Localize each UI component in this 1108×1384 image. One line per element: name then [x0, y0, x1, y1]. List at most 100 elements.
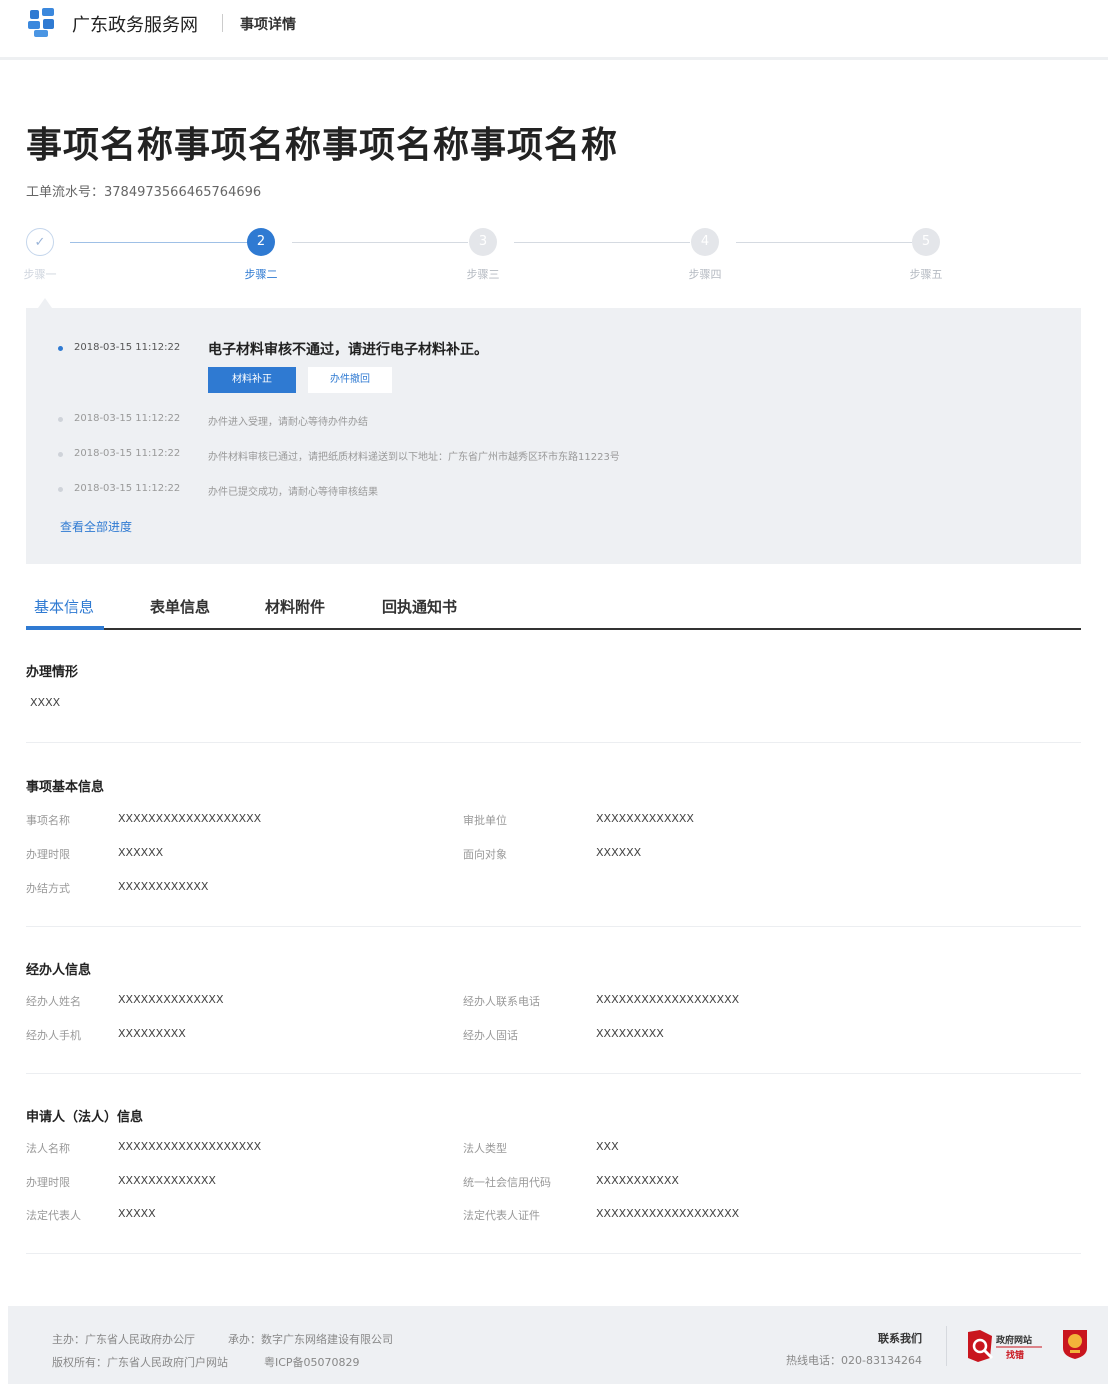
gov-site-error-report-icon[interactable]: 政府网站 找错 — [966, 1328, 1046, 1364]
field-value: XXXXXXXXXXXXXXXXXXX — [118, 812, 262, 825]
page-title: 事项名称事项名称事项名称事项名称 — [26, 125, 619, 166]
section-divider — [26, 1253, 1081, 1254]
field-label: 法人名称 — [26, 1142, 70, 1155]
timeline-message: 办件进入受理，请耐心等待办件办结 — [208, 417, 368, 428]
section-divider — [26, 742, 1081, 743]
site-footer: 主办：广东省人民政府办公厅 承办：数字广东网络建设有限公司 版权所有：广东省人民… — [8, 1306, 1108, 1384]
step-label: 步骤三 — [466, 268, 500, 281]
tab-basic-info[interactable]: 基本信息 — [34, 596, 94, 617]
tab-receipt[interactable]: 回执通知书 — [382, 596, 457, 617]
field-value: XXXXX — [118, 1207, 156, 1220]
withdraw-button[interactable]: 办件撤回 — [308, 367, 392, 393]
step-3: 3 步骤三 — [453, 228, 513, 282]
view-all-progress-link[interactable]: 查看全部进度 — [60, 518, 132, 535]
timeline-time: 2018-03-15 11:12:22 — [74, 483, 181, 494]
material-supplement-button[interactable]: 材料补正 — [208, 367, 296, 393]
situation-value: XXXX — [30, 696, 61, 709]
step-5: 5 步骤五 — [896, 228, 956, 282]
badge-text-report: 找错 — [1006, 1349, 1024, 1361]
panel-pointer — [38, 298, 52, 308]
step-number: 2 — [247, 228, 275, 256]
field-value: XXXXXXXXXXXXX — [596, 812, 694, 825]
field-label: 统一社会信用代码 — [463, 1176, 551, 1189]
step-progress: ✓ 步骤一 2 步骤二 3 步骤三 4 步骤四 5 步骤五 — [24, 228, 1086, 308]
step-label: 步骤一 — [23, 268, 57, 281]
step-number: 4 — [691, 228, 719, 256]
site-header: 广东政务服务网 事项详情 — [0, 0, 1108, 60]
field-label: 经办人手机 — [26, 1029, 81, 1042]
section-title: 办理情形 — [26, 665, 79, 680]
section-title: 经办人信息 — [26, 963, 92, 978]
field-value: XXXXXX — [596, 846, 642, 859]
party-emblem-icon[interactable] — [1060, 1326, 1090, 1360]
field-label: 办理时限 — [26, 848, 70, 861]
field-label: 经办人固话 — [463, 1029, 518, 1042]
timeline-time: 2018-03-15 11:12:22 — [74, 413, 181, 424]
tab-attachments[interactable]: 材料附件 — [265, 596, 325, 617]
field-label: 法定代表人 — [26, 1209, 81, 1222]
timeline-message: 办件材料审核已通过，请把纸质材料递送到以下地址：广东省广州市越秀区环市东路112… — [208, 452, 620, 463]
field-label: 面向对象 — [463, 848, 507, 861]
check-icon: ✓ — [26, 228, 54, 256]
footer-divider — [946, 1326, 947, 1366]
active-tab-indicator — [26, 626, 104, 630]
field-label: 办理时限 — [26, 1176, 70, 1189]
field-value: XXXXXXXXXXXXXX — [118, 993, 224, 1006]
timeline-dot — [58, 346, 63, 351]
contact-us[interactable]: 联系我们 — [878, 1330, 922, 1346]
tab-form-info[interactable]: 表单信息 — [150, 596, 210, 617]
field-label: 经办人联系电话 — [463, 995, 540, 1008]
step-number: 5 — [912, 228, 940, 256]
hotline: 热线电话：020-83134264 — [786, 1354, 922, 1367]
footer-icp[interactable]: 粤ICP备05070829 — [264, 1354, 360, 1370]
footer-organizer: 承办：数字广东网络建设有限公司 — [228, 1333, 393, 1346]
step-connector — [514, 242, 690, 243]
field-label: 法人类型 — [463, 1142, 507, 1155]
detail-tabs: 基本信息 表单信息 材料附件 回执通知书 — [26, 590, 1081, 630]
step-4: 4 步骤四 — [675, 228, 735, 282]
field-value: XXX — [596, 1140, 619, 1153]
page-name: 事项详情 — [240, 17, 296, 33]
field-value: XXXXXXXXXXXXXXXXXXX — [118, 1140, 262, 1153]
footer-sponsor: 主办：广东省人民政府办公厅 — [52, 1333, 195, 1346]
timeline-dot — [58, 452, 63, 457]
step-connector — [736, 242, 912, 243]
field-label: 事项名称 — [26, 814, 70, 827]
field-value: XXXXXXXXXXXXXXXXXXX — [596, 993, 740, 1006]
timeline-message: 电子材料审核不通过，请进行电子材料补正。 — [208, 342, 488, 358]
step-number: 3 — [469, 228, 497, 256]
field-value: XXXXXXXXX — [118, 1027, 186, 1040]
gd-gov-logo-icon[interactable] — [28, 8, 56, 38]
step-1: ✓ 步骤一 — [10, 228, 70, 282]
section-divider — [26, 1073, 1081, 1074]
section-title: 申请人（法人）信息 — [26, 1110, 144, 1125]
progress-panel: 2018-03-15 11:12:22 电子材料审核不通过，请进行电子材料补正。… — [26, 308, 1081, 564]
field-value: XXXXXXXXXXXXXXXXXXX — [596, 1207, 740, 1220]
timeline-time: 2018-03-15 11:12:22 — [74, 342, 181, 353]
field-value: XXXXXXXXXXX — [596, 1174, 679, 1187]
section-title: 事项基本信息 — [26, 780, 105, 795]
step-connector — [70, 242, 248, 243]
footer-copyright: 版权所有：广东省人民政府门户网站 — [52, 1356, 228, 1369]
step-connector — [292, 242, 468, 243]
badge-text-site: 政府网站 — [996, 1334, 1032, 1346]
step-label: 步骤二 — [244, 268, 278, 281]
site-name[interactable]: 广东政务服务网 — [72, 11, 198, 37]
field-label: 经办人姓名 — [26, 995, 81, 1008]
field-value: XXXXXXXXX — [596, 1027, 664, 1040]
field-value: XXXXXXXXXXXXX — [118, 1174, 216, 1187]
section-divider — [26, 926, 1081, 927]
timeline-dot — [58, 487, 63, 492]
step-label: 步骤五 — [909, 268, 943, 281]
header-divider — [222, 14, 223, 32]
step-label: 步骤四 — [688, 268, 722, 281]
field-value: XXXXXXXXXXXX — [118, 880, 209, 893]
field-label: 审批单位 — [463, 814, 507, 827]
field-label: 办结方式 — [26, 882, 70, 895]
timeline-message: 办件已提交成功，请耐心等待审核结果 — [208, 487, 378, 498]
serial-number: 工单流水号：3784973566465764696 — [26, 185, 262, 200]
step-2: 2 步骤二 — [231, 228, 291, 282]
timeline-dot — [58, 417, 63, 422]
timeline-time: 2018-03-15 11:12:22 — [74, 448, 181, 459]
field-value: XXXXXX — [118, 846, 164, 859]
